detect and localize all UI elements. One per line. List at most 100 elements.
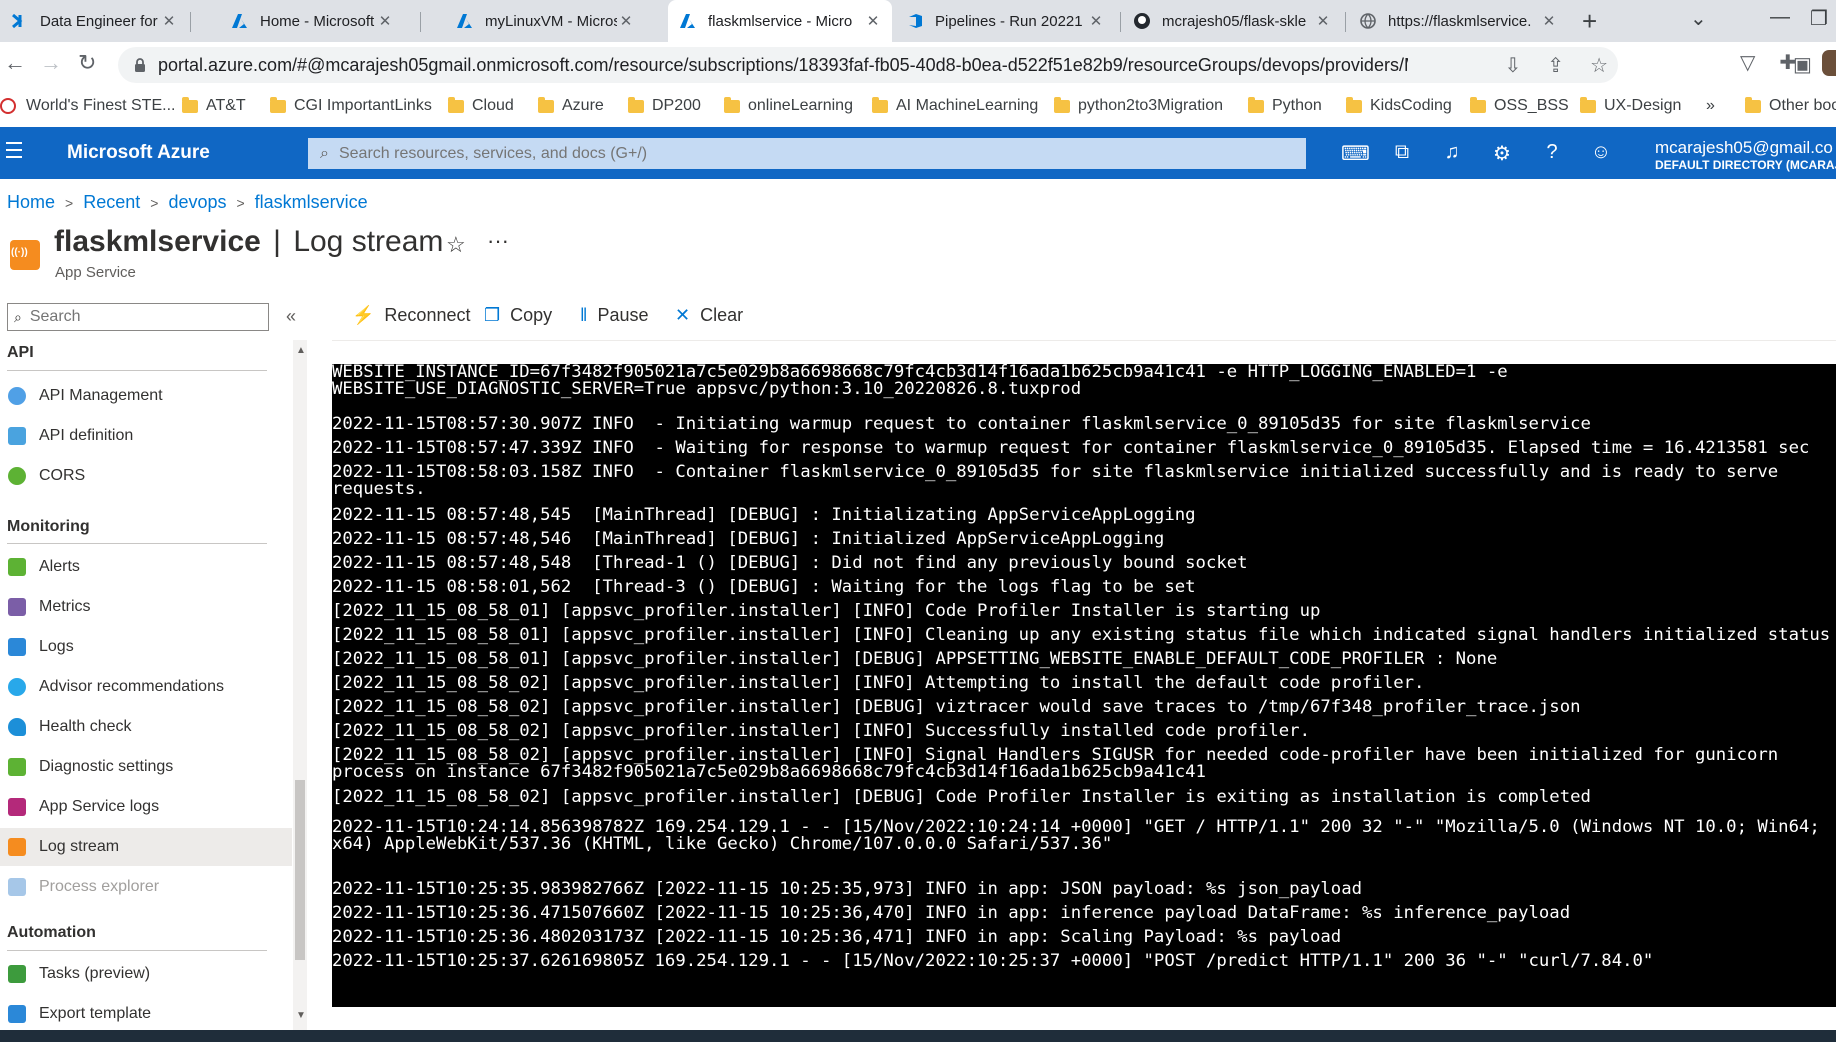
reconnect-button[interactable]: ⚡ Reconnect <box>352 305 470 326</box>
bookmark-item[interactable]: World's Finest STE... <box>0 97 175 115</box>
breadcrumb-home[interactable]: Home <box>7 192 55 213</box>
browser-tab-active[interactable]: flaskmlservice - Micro ✕ <box>668 0 892 42</box>
close-tab-icon[interactable]: ✕ <box>1087 12 1105 30</box>
cloud-shell-icon[interactable]: ⌨ <box>1341 141 1370 165</box>
menu-item-log-stream[interactable]: Log stream <box>0 828 292 866</box>
close-tab-icon[interactable]: ✕ <box>1314 12 1332 30</box>
bookmark-folder[interactable]: UX-Design <box>1580 96 1681 115</box>
close-tab-icon[interactable]: ✕ <box>864 12 882 30</box>
menu-item-logs[interactable]: Logs <box>0 628 292 666</box>
bookmark-folder[interactable]: DP200 <box>628 96 701 115</box>
clear-button[interactable]: ✕ Clear <box>675 305 743 326</box>
scroll-down-icon[interactable]: ▼ <box>296 1010 306 1021</box>
tab-divider <box>1120 12 1121 32</box>
menu-item-process-explorer[interactable]: Process explorer <box>0 868 292 906</box>
menu-search-input[interactable] <box>27 307 232 327</box>
menu-search[interactable]: ⌕ <box>7 303 269 331</box>
bookmark-folder[interactable]: CGI ImportantLinks <box>270 96 432 115</box>
menu-item-app-service-logs[interactable]: App Service logs <box>0 788 292 826</box>
settings-gear-icon[interactable]: ⚙ <box>1490 141 1514 165</box>
browser-tab[interactable]: Data Engineer for She ✕ <box>0 0 188 42</box>
account-menu[interactable]: mcarajesh05@gmail.co DEFAULT DIRECTORY (… <box>1655 138 1836 172</box>
bookmark-folder[interactable]: Cloud <box>448 96 514 115</box>
close-tab-icon[interactable]: ✕ <box>160 12 178 30</box>
close-tab-icon[interactable]: ✕ <box>376 12 394 30</box>
menu-item-api-definition[interactable]: API definition <box>0 417 292 455</box>
global-search-input[interactable] <box>336 143 1281 164</box>
favorite-star-icon[interactable]: ☆ <box>446 232 466 258</box>
restore-icon[interactable]: ❐ <box>1810 6 1828 31</box>
log-line: 2022-11-15T10:25:36.480203173Z [2022-11-… <box>332 927 1342 947</box>
other-bookmarks[interactable]: Other boo <box>1745 96 1836 115</box>
log-console[interactable]: WEBSITE_INSTANCE_ID=67f3482f905021a7c5e0… <box>332 364 1836 1007</box>
reload-icon[interactable]: ↻ <box>78 50 96 76</box>
menu-item-alerts[interactable]: Alerts <box>0 548 292 586</box>
menu-item-tasks[interactable]: Tasks (preview) <box>0 955 292 993</box>
browser-tab[interactable]: Pipelines - Run 20221 ✕ <box>895 0 1115 42</box>
azure-icon <box>455 11 475 31</box>
close-tab-icon[interactable]: ✕ <box>617 12 635 30</box>
minimize-icon[interactable]: — <box>1770 6 1790 29</box>
bookmark-folder[interactable]: python2to3Migration <box>1054 96 1223 115</box>
clear-x-icon: ✕ <box>675 305 691 325</box>
bookmark-folder[interactable]: AI MachineLearning <box>872 96 1038 115</box>
tab-divider <box>1345 12 1346 32</box>
more-options-icon[interactable]: ··· <box>487 228 509 254</box>
side-panel-icon[interactable]: ▣ <box>1793 52 1812 77</box>
bookmarks-overflow-button[interactable]: » <box>1706 97 1715 115</box>
breadcrumb-flaskmlservice[interactable]: flaskmlservice <box>255 192 368 213</box>
bookmark-folder[interactable]: KidsCoding <box>1346 96 1452 115</box>
directory-filter-icon[interactable]: ⧉ <box>1390 141 1414 165</box>
forward-icon[interactable]: → <box>40 50 62 76</box>
address-bar[interactable]: portal.azure.com/#@mcarajesh05gmail.onmi… <box>118 47 1618 83</box>
bookmark-folder[interactable]: onlineLearning <box>724 96 853 115</box>
browser-tab[interactable]: mcrajesh05/flask-skle ✕ <box>1122 0 1342 42</box>
bookmark-folder[interactable]: AT&T <box>182 96 246 115</box>
collapse-menu-icon[interactable]: « <box>286 306 296 327</box>
install-icon[interactable]: ⇩ <box>1505 53 1522 78</box>
help-icon[interactable]: ? <box>1540 141 1564 165</box>
notifications-bell-icon[interactable]: ♫ <box>1440 141 1464 165</box>
back-icon[interactable]: ← <box>4 50 26 76</box>
menu-item-health-check[interactable]: Health check <box>0 708 292 746</box>
log-line: requests. <box>332 479 426 499</box>
breadcrumb-recent[interactable]: Recent <box>83 192 140 213</box>
scrollbar-thumb[interactable] <box>295 780 305 960</box>
new-tab-button[interactable]: + <box>1582 6 1597 37</box>
menu-item-export-template[interactable]: Export template <box>0 995 292 1028</box>
tab-divider <box>420 12 421 32</box>
bookmark-star-icon[interactable]: ☆ <box>1590 53 1608 78</box>
pause-button[interactable]: ‖ Pause <box>580 305 648 326</box>
menu-scrollbar[interactable] <box>293 340 307 1030</box>
bookmark-folder[interactable]: Azure <box>538 96 604 115</box>
close-tab-icon[interactable]: ✕ <box>1540 12 1558 30</box>
export-template-icon <box>8 1005 26 1023</box>
browser-tab[interactable]: https://flaskmlservice. ✕ <box>1348 0 1568 42</box>
menu-item-api-management[interactable]: API Management <box>0 377 292 415</box>
azure-header: Microsoft Azure ⌕ ⌨ ⧉ ♫ ⚙ ? ☺ mcarajesh0… <box>0 127 1836 179</box>
menu-item-advisor-recommendations[interactable]: Advisor recommendations <box>0 668 292 706</box>
chevron-right-icon: > <box>65 194 74 211</box>
browser-tab[interactable]: Home - Microsoft Azu ✕ <box>220 0 404 42</box>
global-search[interactable]: ⌕ <box>308 138 1306 169</box>
menu-item-cors[interactable]: CORS <box>0 457 292 495</box>
breadcrumb-devops[interactable]: devops <box>168 192 226 213</box>
hamburger-menu-icon[interactable] <box>6 142 22 163</box>
feedback-icon[interactable]: ☺ <box>1589 141 1613 165</box>
extension-icon[interactable]: ▽ <box>1740 50 1755 75</box>
bookmark-folder[interactable]: OSS_BSS <box>1470 96 1569 115</box>
folder-icon <box>1054 96 1070 113</box>
plug-icon: ⚡ <box>352 305 375 325</box>
share-icon[interactable]: ⇪ <box>1547 53 1564 78</box>
scroll-up-icon[interactable]: ▲ <box>296 345 306 356</box>
azure-brand[interactable]: Microsoft Azure <box>67 142 210 164</box>
lock-icon <box>135 58 145 72</box>
tab-search-icon[interactable]: ⌄ <box>1690 6 1707 31</box>
page-subtitle: App Service <box>55 264 136 281</box>
menu-item-metrics[interactable]: Metrics <box>0 588 292 626</box>
bookmark-folder[interactable]: Python <box>1248 96 1322 115</box>
browser-tab[interactable]: myLinuxVM - Microso ✕ <box>445 0 645 42</box>
menu-item-diagnostic-settings[interactable]: Diagnostic settings <box>0 748 292 786</box>
profile-avatar[interactable] <box>1822 50 1836 76</box>
copy-button[interactable]: ❐ Copy <box>484 305 552 326</box>
